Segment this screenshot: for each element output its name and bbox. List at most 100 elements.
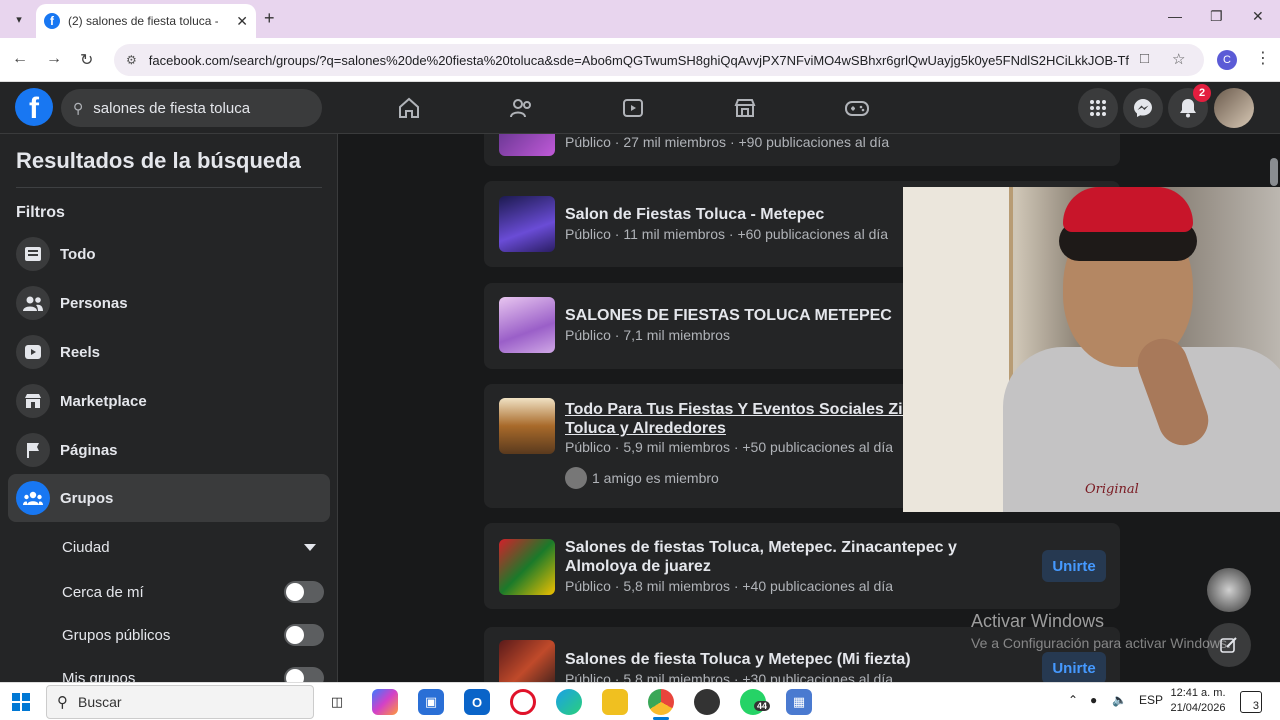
- tray-overflow-icon[interactable]: ⌃: [1068, 693, 1078, 707]
- filter-label: Grupos públicos: [62, 626, 171, 644]
- join-button[interactable]: Unirte: [1042, 652, 1106, 682]
- browser-tab[interactable]: f (2) salones de fiesta toluca - Re ✕: [36, 4, 256, 38]
- window-close-icon[interactable]: ✕: [1252, 8, 1264, 25]
- search-icon: ⚲: [57, 694, 68, 711]
- language-indicator[interactable]: ESP: [1139, 693, 1163, 707]
- group-name[interactable]: Salones de fiesta Toluca y Metepec (Mi f…: [565, 650, 1031, 669]
- whatsapp-badge: 44: [754, 701, 771, 711]
- sidebar-item-todo[interactable]: Todo: [8, 230, 330, 278]
- whatsapp-icon[interactable]: 44: [740, 689, 771, 715]
- browser-tab-bar: ▾ f (2) salones de fiesta toluca - Re ✕ …: [0, 0, 1280, 38]
- sidebar-item-paginas[interactable]: Páginas: [8, 426, 330, 474]
- sidebar-item-label: Marketplace: [60, 392, 147, 410]
- group-thumbnail: [499, 539, 555, 595]
- minimize-icon[interactable]: —: [1168, 8, 1182, 24]
- browser-menu-icon[interactable]: ⋮: [1255, 48, 1271, 68]
- sidebar-item-reels[interactable]: Reels: [8, 328, 330, 376]
- filter-mis-grupos: Mis grupos: [62, 660, 324, 682]
- taskbar-search-placeholder: Buscar: [78, 694, 122, 710]
- restore-icon[interactable]: ❐: [1210, 8, 1223, 25]
- group-thumbnail: [499, 297, 555, 353]
- group-name[interactable]: Salones de fiestas Toluca, Metepec. Zina…: [565, 538, 1031, 576]
- tab-title: (2) salones de fiesta toluca - Re: [68, 14, 218, 28]
- store-icon[interactable]: ▣: [418, 689, 444, 715]
- edge-icon[interactable]: [556, 689, 582, 715]
- url-text: facebook.com/search/groups/?q=salones%20…: [148, 52, 1129, 68]
- messenger-icon[interactable]: [1123, 88, 1163, 128]
- webcam-overlay: Original: [903, 187, 1280, 512]
- group-meta: Público · 11 mil miembros · +60 publicac…: [565, 226, 889, 242]
- group-meta: Público · 27 mil miembros · +90 publicac…: [565, 134, 890, 150]
- bookmark-star-icon[interactable]: ☆: [1172, 50, 1185, 68]
- search-filters-sidebar: Resultados de la búsqueda Filtros Todo P…: [0, 134, 338, 682]
- volume-icon[interactable]: 🔈: [1112, 693, 1127, 707]
- marketplace-icon: [16, 384, 50, 418]
- filter-label: Cerca de mí: [62, 583, 144, 601]
- recorder-icon[interactable]: [694, 689, 720, 715]
- friend-avatar: [565, 467, 587, 489]
- search-input[interactable]: [93, 99, 294, 117]
- facebook-header: f ⚲: [0, 82, 1280, 134]
- copilot-icon[interactable]: [372, 689, 398, 715]
- opera-icon[interactable]: [510, 689, 536, 715]
- home-icon[interactable]: [395, 94, 423, 122]
- group-thumbnail: [499, 640, 555, 682]
- notification-center-icon[interactable]: 3: [1240, 691, 1262, 713]
- outlook-icon[interactable]: O: [464, 689, 490, 715]
- system-clock[interactable]: 12:41 a. m. 21/04/2026: [1166, 686, 1230, 716]
- task-view-icon[interactable]: ◫: [324, 689, 350, 715]
- search-icon: ⚲: [73, 99, 84, 116]
- activate-windows-title: Activar Windows: [971, 611, 1105, 631]
- join-button[interactable]: Unirte: [1042, 550, 1106, 582]
- group-result-card[interactable]: Público · 27 mil miembros · +90 publicac…: [484, 134, 1120, 166]
- chrome-icon[interactable]: [648, 689, 674, 715]
- sidebar-divider: [16, 187, 322, 188]
- scrollbar-thumb[interactable]: [1270, 158, 1278, 186]
- tab-list-chevron-icon[interactable]: ▾: [8, 8, 30, 30]
- address-bar: ← → ↻ ⚙ facebook.com/search/groups/?q=sa…: [0, 38, 1280, 82]
- facebook-search[interactable]: ⚲: [61, 89, 322, 127]
- taskbar-search[interactable]: ⚲ Buscar: [46, 685, 314, 719]
- contact-chat-head[interactable]: [1207, 568, 1251, 612]
- video-icon[interactable]: [619, 94, 647, 122]
- reload-icon[interactable]: ↻: [80, 50, 93, 70]
- forward-arrow-icon[interactable]: →: [46, 50, 62, 68]
- group-thumbnail: [499, 398, 555, 454]
- gaming-icon[interactable]: [843, 94, 871, 122]
- group-result-card[interactable]: Salones de fiestas Toluca, Metepec. Zina…: [484, 523, 1120, 609]
- clock-time: 12:41 a. m.: [1170, 687, 1226, 699]
- profile-avatar[interactable]: [1214, 88, 1254, 128]
- file-explorer-icon[interactable]: [602, 689, 628, 715]
- calculator-icon[interactable]: ▦: [786, 689, 812, 715]
- grupos-publicos-toggle[interactable]: [284, 624, 324, 646]
- friends-text: 1 amigo es miembro: [592, 470, 719, 486]
- site-settings-icon[interactable]: ⚙: [126, 53, 137, 67]
- sidebar-item-personas[interactable]: Personas: [8, 279, 330, 327]
- sidebar-item-marketplace[interactable]: Marketplace: [8, 377, 330, 425]
- clock-date: 21/04/2026: [1170, 702, 1226, 714]
- facebook-logo-icon[interactable]: f: [15, 88, 53, 126]
- filter-ciudad[interactable]: Ciudad: [62, 529, 324, 565]
- reels-icon: [16, 335, 50, 369]
- install-app-icon[interactable]: □: [1140, 50, 1149, 67]
- tab-close-icon[interactable]: ✕: [236, 13, 248, 30]
- filters-heading: Filtros: [16, 204, 65, 221]
- group-meta: Público · 5,8 mil miembros · +30 publica…: [565, 671, 893, 682]
- browser-profile-avatar[interactable]: C: [1217, 50, 1237, 70]
- friends-icon[interactable]: [507, 94, 535, 122]
- sidebar-item-grupos[interactable]: Grupos: [8, 474, 330, 522]
- back-arrow-icon[interactable]: ←: [12, 50, 28, 68]
- cerca-de-mi-toggle[interactable]: [284, 581, 324, 603]
- menu-grid-icon[interactable]: [1078, 88, 1118, 128]
- sidebar-item-label: Grupos: [60, 489, 114, 507]
- new-tab-icon[interactable]: +: [264, 8, 275, 29]
- marketplace-nav-icon[interactable]: [731, 94, 759, 122]
- windows-start-icon[interactable]: [12, 693, 30, 711]
- activate-windows-subtitle: Ve a Configuración para activar Windows.: [971, 635, 1231, 651]
- mis-grupos-toggle[interactable]: [284, 667, 324, 682]
- microphone-icon[interactable]: ●: [1090, 693, 1097, 707]
- mutual-friends: 1 amigo es miembro: [565, 467, 719, 489]
- group-meta: Público · 5,9 mil miembros · +50 publica…: [565, 439, 893, 455]
- sidebar-item-label: Todo: [60, 245, 96, 263]
- url-field[interactable]: ⚙ facebook.com/search/groups/?q=salones%…: [114, 44, 1204, 76]
